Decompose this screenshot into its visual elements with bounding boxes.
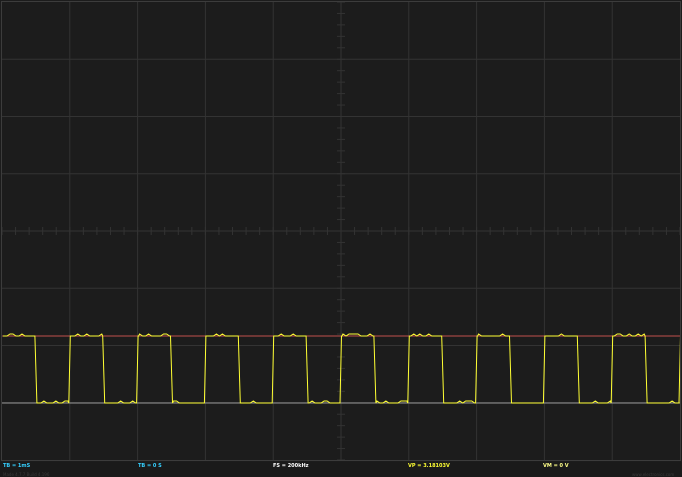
min-voltage-readout: VM = 0 V <box>543 463 569 469</box>
peak-voltage-readout: VP = 3.18103V <box>408 463 450 469</box>
oscilloscope-screen[interactable] <box>0 0 682 462</box>
sample-rate-readout: FS = 200kHz <box>273 463 309 469</box>
timebase-readout: TB = 1mS <box>3 463 31 469</box>
version-label: Made 4.7.7 Build 4.196 <box>3 472 50 477</box>
time-offset-readout: TB = 0 S <box>138 463 162 469</box>
website-label: www.electronics.com <box>632 472 675 477</box>
status-bar: TB = 1mS TB = 0 S FS = 200kHz VP = 3.181… <box>0 462 682 477</box>
